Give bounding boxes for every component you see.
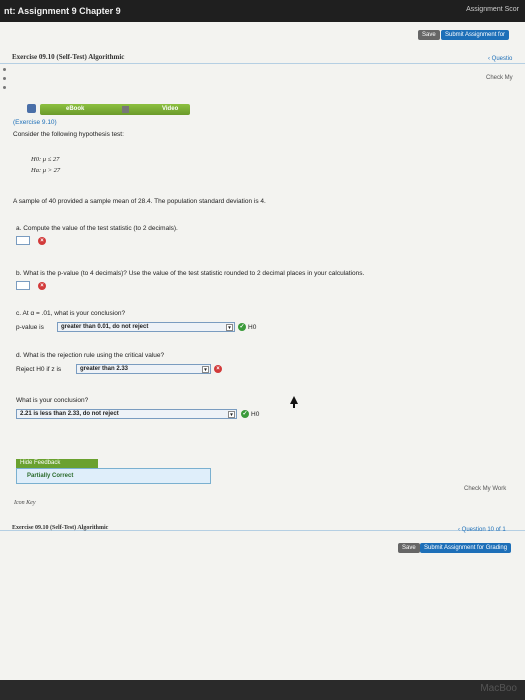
ebook-button[interactable]: eBook (66, 106, 84, 112)
question-counter[interactable]: ‹ Question 10 of 1 (458, 527, 506, 533)
exercise-title: Exercise 09.10 (Self-Test) Algorithmic (12, 53, 125, 61)
p-value-conclusion-select[interactable]: greater than 0.01, do not reject ▾ (57, 322, 235, 332)
test-statistic-input[interactable] (16, 236, 30, 245)
question-b: b. What is the p-value (to 4 decimals)? … (16, 270, 365, 277)
question-d: d. What is the rejection rule using the … (16, 352, 165, 359)
exercise-link[interactable]: (Exercise 9.10) (13, 119, 57, 126)
save-button[interactable]: Save (418, 30, 440, 40)
browser-title-bar: nt: Assignment 9 Chapter 9 Assignment Sc… (0, 0, 525, 22)
conclusion-select[interactable]: 2.21 is less than 2.33, do not reject ▾ (16, 409, 237, 419)
rail-dot-icon (3, 77, 6, 80)
incorrect-icon: × (38, 237, 46, 245)
resource-toolbar: eBook Video (40, 104, 190, 115)
save-bottom-button[interactable]: Save (398, 543, 420, 553)
question-a: a. Compute the value of the test statist… (16, 225, 178, 232)
assignment-score: Assignment Scor (466, 6, 519, 13)
check-my-work-button[interactable]: Check My Work (464, 486, 506, 492)
feedback-panel: Partially Correct (16, 468, 211, 484)
correct-icon: ✓ (241, 410, 249, 418)
question-c: c. At α = .01, what is your conclusion? (16, 310, 126, 317)
p-value-input[interactable] (16, 281, 30, 290)
correct-icon: ✓ (238, 323, 246, 331)
video-icon[interactable] (122, 106, 129, 113)
conclusion-question: What is your conclusion? (16, 397, 89, 404)
left-rail (0, 62, 10, 142)
mouse-cursor-stem (293, 403, 295, 408)
h0-label: H0 (248, 324, 257, 331)
chevron-down-icon: ▾ (228, 411, 235, 418)
h0-label: H0 (251, 411, 260, 418)
incorrect-icon: × (214, 365, 222, 373)
divider (0, 63, 525, 64)
rejection-rule-select[interactable]: greater than 2.33 ▾ (76, 364, 211, 374)
exercise-title-bottom: Exercise 09.10 (Self-Test) Algorithmic (12, 525, 109, 531)
incorrect-icon: × (38, 282, 46, 290)
reject-prefix: Reject H0 if z is (16, 366, 62, 373)
assignment-screen: Save Submit Assignment for Exercise 09.1… (0, 22, 525, 680)
laptop-bezel (0, 680, 525, 700)
question-nav-link[interactable]: ‹ Questio (488, 56, 512, 62)
question-intro: Consider the following hypothesis test: (13, 131, 124, 138)
check-my-work-top-button[interactable]: Check My (486, 75, 513, 81)
icon-key-link[interactable]: Icon Key (14, 500, 36, 506)
chevron-down-icon: ▾ (226, 324, 233, 331)
alt-hypothesis: Ha: μ > 27 (31, 167, 61, 174)
ebook-icon[interactable] (27, 104, 36, 113)
select-value: 2.21 is less than 2.33, do not reject (20, 411, 119, 417)
macbook-label: MacBoo (480, 683, 517, 694)
video-button[interactable]: Video (162, 106, 178, 112)
rail-dot-icon (3, 68, 6, 71)
submit-assignment-button[interactable]: Submit Assignment for (441, 30, 510, 40)
hide-feedback-button[interactable]: Hide Feedback (16, 459, 98, 468)
select-value: greater than 2.33 (80, 366, 129, 372)
rail-dot-icon (3, 86, 6, 89)
select-value: greater than 0.01, do not reject (61, 324, 149, 330)
assignment-title: nt: Assignment 9 Chapter 9 (4, 6, 121, 16)
p-value-prefix: p-value is (16, 324, 44, 331)
submit-grading-button[interactable]: Submit Assignment for Grading (420, 543, 512, 553)
chevron-down-icon: ▾ (202, 366, 209, 373)
null-hypothesis: H0: μ ≤ 27 (31, 156, 60, 163)
sample-info: A sample of 40 provided a sample mean of… (13, 198, 266, 205)
